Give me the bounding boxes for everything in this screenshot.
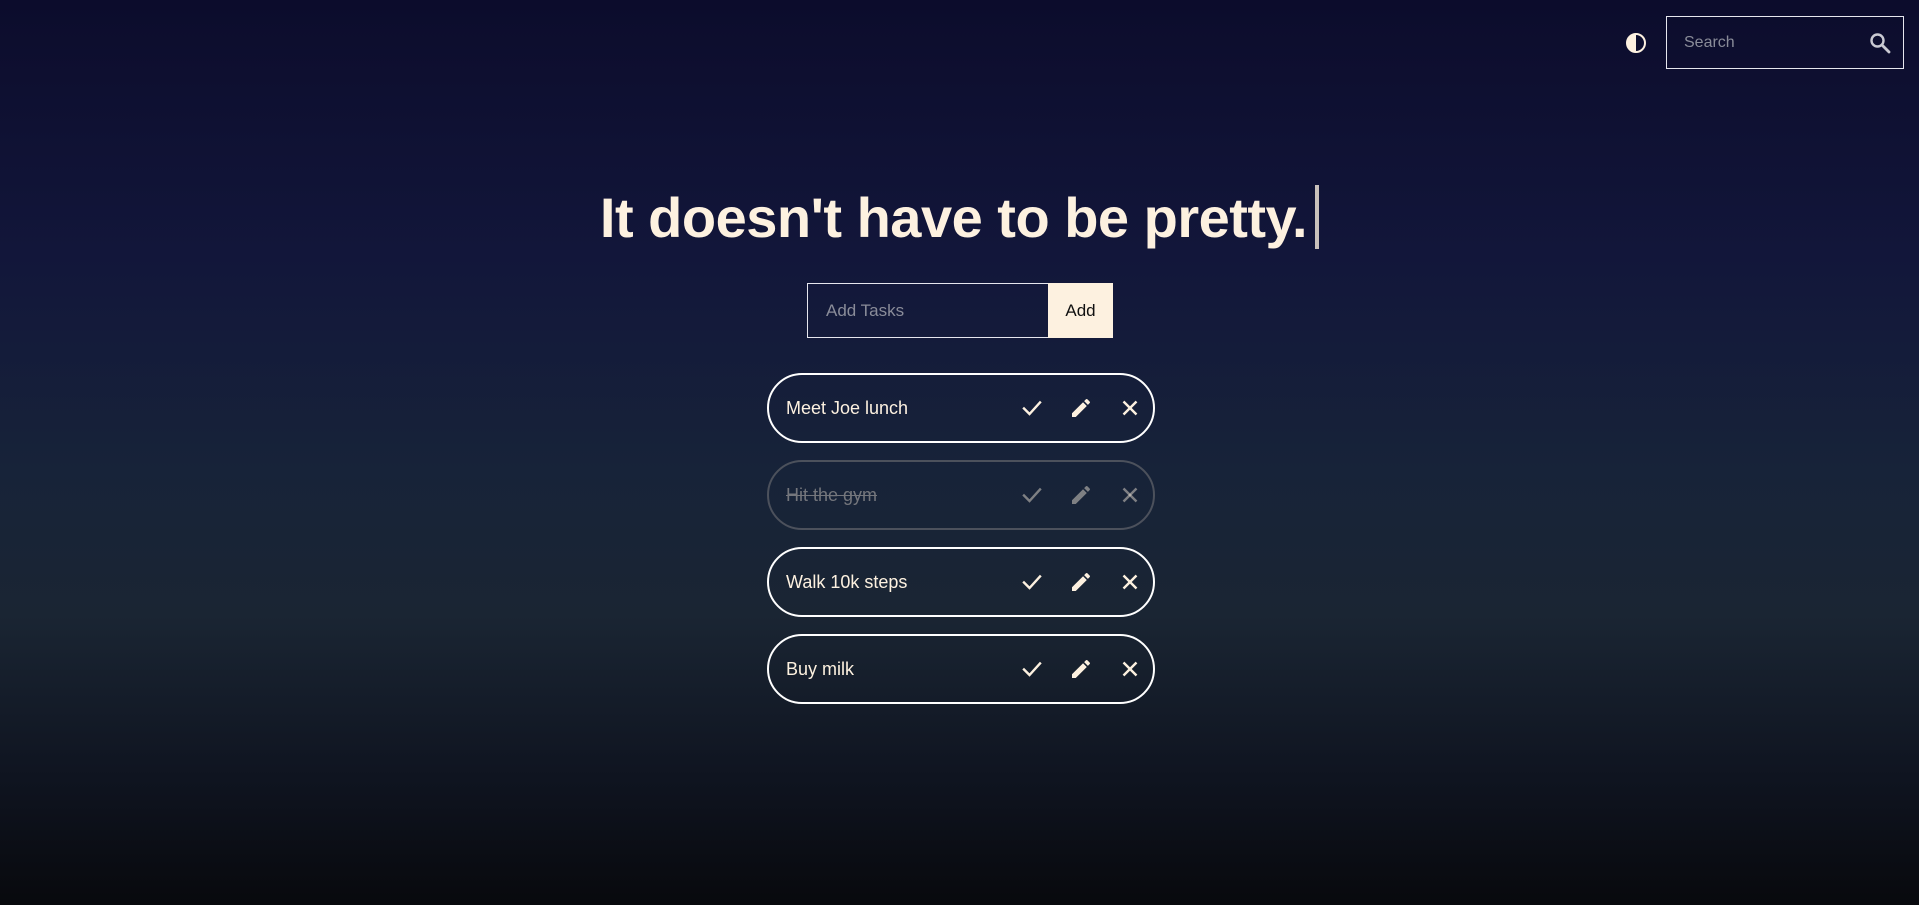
add-task-input[interactable] bbox=[807, 283, 1048, 338]
search-input[interactable] bbox=[1667, 16, 1866, 69]
top-bar bbox=[1625, 16, 1904, 69]
task-text: Hit the gym bbox=[786, 484, 878, 505]
page-headline: It doesn't have to be pretty. bbox=[0, 178, 1919, 258]
check-icon[interactable] bbox=[1020, 570, 1044, 594]
close-icon[interactable] bbox=[1118, 396, 1142, 420]
task-item-completed: Hit the gym bbox=[767, 460, 1155, 530]
pencil-icon[interactable] bbox=[1069, 657, 1093, 681]
add-task-button[interactable]: Add bbox=[1048, 283, 1113, 338]
search-icon[interactable] bbox=[1869, 32, 1891, 54]
close-icon[interactable] bbox=[1118, 657, 1142, 681]
pencil-icon[interactable] bbox=[1069, 396, 1093, 420]
check-icon[interactable] bbox=[1020, 396, 1044, 420]
close-icon[interactable] bbox=[1118, 483, 1142, 507]
add-task-form: Add bbox=[807, 283, 1113, 338]
search-box bbox=[1666, 16, 1904, 69]
task-item: Meet Joe lunch bbox=[767, 373, 1155, 443]
task-item: Buy milk bbox=[767, 634, 1155, 704]
check-icon[interactable] bbox=[1020, 657, 1044, 681]
task-item: Walk 10k steps bbox=[767, 547, 1155, 617]
check-icon[interactable] bbox=[1020, 483, 1044, 507]
close-icon[interactable] bbox=[1118, 570, 1142, 594]
task-text: Meet Joe lunch bbox=[786, 397, 909, 418]
task-text: Walk 10k steps bbox=[786, 571, 908, 592]
pencil-icon[interactable] bbox=[1069, 570, 1093, 594]
contrast-icon[interactable] bbox=[1625, 32, 1647, 54]
pencil-icon[interactable] bbox=[1069, 483, 1093, 507]
task-text: Buy milk bbox=[786, 658, 855, 679]
task-list: Meet Joe lunch Hit the gym Walk 10k step… bbox=[767, 373, 1155, 721]
headline-text: It doesn't have to be pretty. bbox=[599, 186, 1308, 249]
typing-caret bbox=[1315, 185, 1320, 249]
